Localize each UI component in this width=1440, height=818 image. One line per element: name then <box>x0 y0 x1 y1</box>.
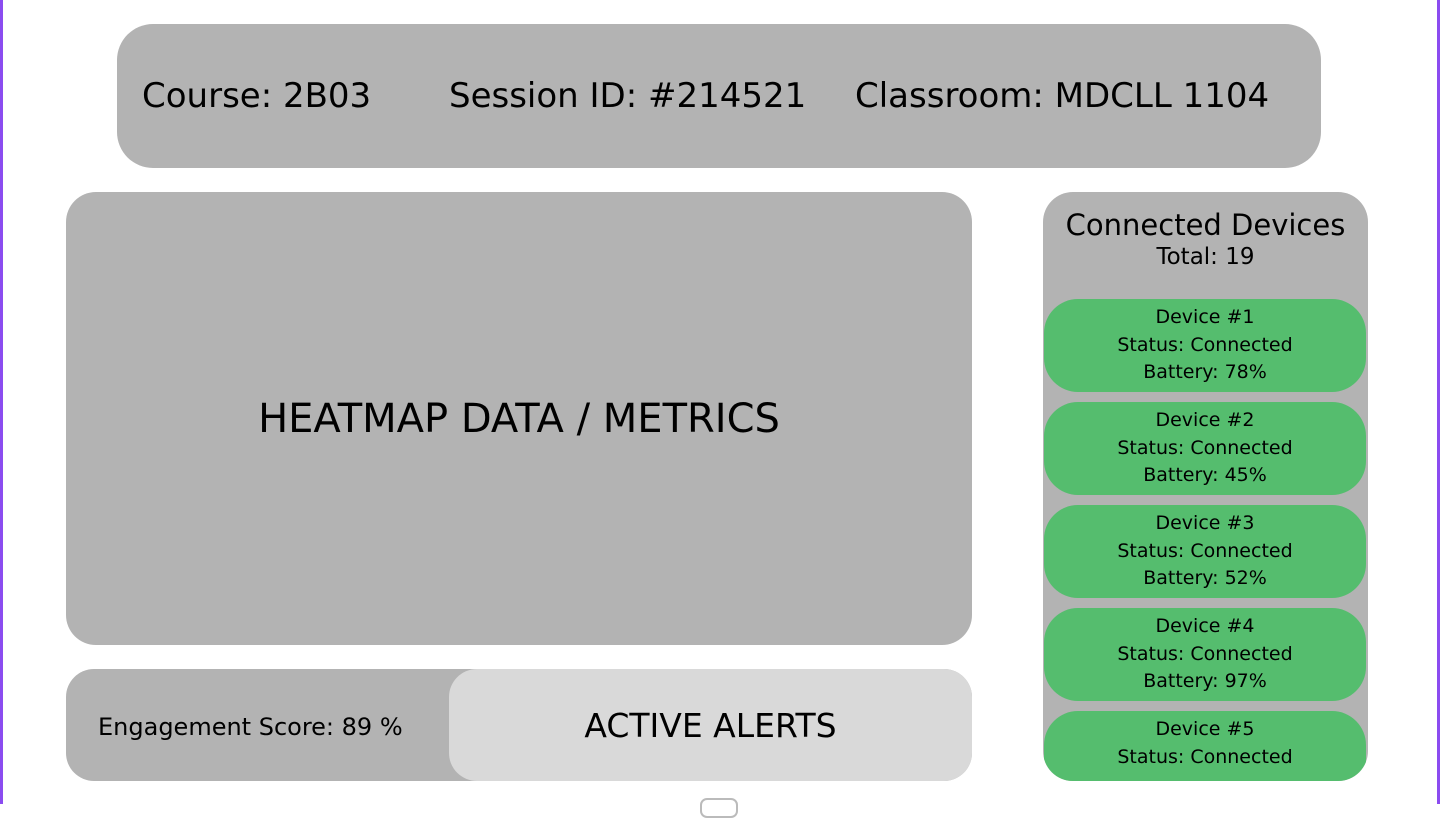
device-name: Device #3 <box>1155 512 1255 534</box>
course-label: Course: 2B03 <box>142 76 372 116</box>
device-battery: Battery: 45% <box>1143 464 1267 486</box>
device-battery: Battery: 97% <box>1143 670 1267 692</box>
device-name: Device #4 <box>1155 615 1255 637</box>
device-battery: Battery: 52% <box>1143 567 1267 589</box>
heatmap-label: HEATMAP DATA / METRICS <box>258 395 780 442</box>
engagement-score: Engagement Score: 89 % <box>98 713 403 741</box>
device-status: Status: Connected <box>1117 642 1293 665</box>
drag-handle[interactable] <box>700 798 738 818</box>
devices-total: Total: 19 <box>1156 244 1255 270</box>
session-id-label: Session ID: #214521 <box>449 76 807 116</box>
device-card[interactable]: Device #1 Status: Connected Battery: 78% <box>1044 299 1366 392</box>
device-card[interactable]: Device #3 Status: Connected Battery: 52% <box>1044 505 1366 598</box>
device-name: Device #5 <box>1155 718 1255 740</box>
device-card[interactable]: Device #2 Status: Connected Battery: 45% <box>1044 402 1366 495</box>
active-alerts-label: ACTIVE ALERTS <box>584 705 837 745</box>
classroom-label: Classroom: MDCLL 1104 <box>855 76 1270 116</box>
device-status: Status: Connected <box>1117 745 1293 768</box>
device-status: Status: Connected <box>1117 436 1293 459</box>
connected-devices-panel[interactable]: Connected Devices Total: 19 Device #1 Sta… <box>1043 192 1368 781</box>
active-alerts-button[interactable]: ACTIVE ALERTS <box>449 669 972 781</box>
heatmap-panel: HEATMAP DATA / METRICS <box>66 192 972 645</box>
devices-title: Connected Devices <box>1065 208 1346 242</box>
device-status: Status: Connected <box>1117 333 1293 356</box>
device-name: Device #2 <box>1155 409 1255 431</box>
device-card[interactable]: Device #4 Status: Connected Battery: 97% <box>1044 608 1366 701</box>
device-status: Status: Connected <box>1117 539 1293 562</box>
device-battery: Battery: 78% <box>1143 361 1267 383</box>
device-name: Device #1 <box>1155 306 1255 328</box>
session-header: Course: 2B03 Session ID: #214521 Classro… <box>117 24 1321 168</box>
device-card[interactable]: Device #5 Status: Connected <box>1044 711 1366 781</box>
frame-left-border <box>0 0 3 804</box>
engagement-panel: Engagement Score: 89 % ACTIVE ALERTS <box>66 669 972 781</box>
